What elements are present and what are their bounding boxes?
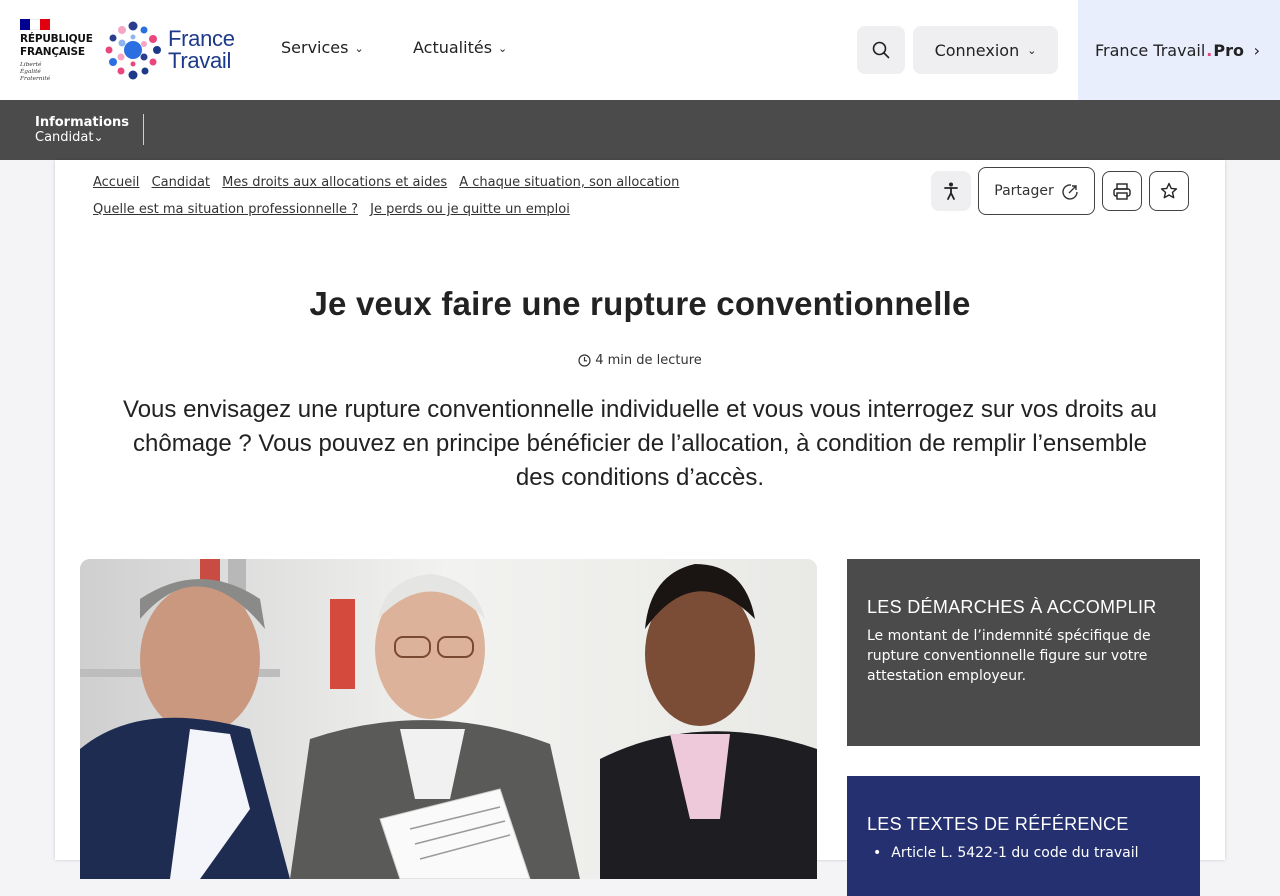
share-button[interactable]: Partager [978,167,1095,215]
section-menu-toggle[interactable]: Informations Candidat⌄ [35,115,129,145]
france-travail-logo-icon [105,21,161,80]
french-flag-icon [20,19,50,30]
search-icon [872,41,890,59]
republique-label: RÉPUBLIQUE FRANÇAISE [20,33,93,58]
article-tools: Partager [931,167,1189,215]
republique-francaise-logo[interactable]: RÉPUBLIQUE FRANÇAISE Liberté Égalité Fra… [20,19,93,83]
search-button[interactable] [857,26,905,74]
breadcrumb-link[interactable]: Candidat [152,175,210,190]
section-line1: Informations [35,115,130,130]
motto: Liberté Égalité Fraternité [20,62,51,82]
print-icon [1113,182,1131,200]
demarches-box: LES DÉMARCHES À ACCOMPLIR Le montant de … [847,559,1200,746]
read-time: 4 min de lecture [55,353,1225,368]
accessibility-button[interactable] [931,171,971,211]
breadcrumb-link[interactable]: Je perds ou je quitte un emploi [370,202,570,217]
breadcrumb-link[interactable]: Accueil [93,175,139,190]
textes-box: LES TEXTES DE RÉFÉRENCE Article L. 5422-… [847,776,1200,896]
chevron-down-icon: ⌄ [1027,43,1037,57]
breadcrumb: Accueil Candidat Mes droits aux allocati… [93,169,693,223]
france-travail-pro-link[interactable]: France Travail. Pro › [1078,0,1280,100]
nav-actualites-label: Actualités [413,38,493,57]
star-icon [1160,182,1178,199]
page-title: Je veux faire une rupture conventionnell… [309,285,971,322]
print-button[interactable] [1102,171,1142,211]
article-lead: Vous envisagez une rupture conventionnel… [123,396,1157,491]
section-bar: Informations Candidat⌄ [0,100,1280,160]
article-illustration [80,559,817,879]
textes-title: LES TEXTES DE RÉFÉRENCE [867,814,1129,834]
login-button[interactable]: Connexion ⌄ [913,26,1058,74]
pro-dot: . [1206,40,1213,60]
pro-label: Pro [1213,40,1244,60]
list-item[interactable]: Article L. 5422-1 du code du travail [889,843,1180,863]
chevron-right-icon: › [1253,40,1260,60]
chevron-down-icon: ⌄ [498,42,508,55]
logo-wordmark: France Travail [168,26,235,73]
chevron-down-icon: ⌄ [93,130,104,144]
nav-services-label: Services [281,38,349,57]
favorite-button[interactable] [1149,171,1189,211]
section-line2: Candidat [35,130,94,145]
breadcrumb-link[interactable]: A chaque situation, son allocation [459,175,679,190]
divider [143,114,144,145]
pro-brand: France Travail [1095,40,1206,60]
breadcrumb-link[interactable]: Mes droits aux allocations et aides [222,175,447,190]
france-travail-logo[interactable]: France Travail [104,20,244,82]
share-label: Partager [994,183,1054,199]
clock-icon [578,354,591,367]
nav-services[interactable]: Services ⌄ [281,38,364,57]
share-icon [1062,183,1078,200]
demarches-text: Le montant de l’indemnité spécifique de … [867,628,1151,684]
chevron-down-icon: ⌄ [354,42,364,55]
breadcrumb-link[interactable]: Quelle est ma situation professionnelle … [93,202,358,217]
read-time-label: 4 min de lecture [595,353,702,368]
nav-actualites[interactable]: Actualités ⌄ [413,38,507,57]
meeting-photo [80,559,817,879]
login-label: Connexion [934,40,1020,60]
demarches-title: LES DÉMARCHES À ACCOMPLIR [867,597,1157,617]
site-header: RÉPUBLIQUE FRANÇAISE Liberté Égalité Fra… [0,0,1280,100]
article-card: Accueil Candidat Mes droits aux allocati… [55,160,1225,896]
accessibility-icon [944,182,958,200]
textes-list: Article L. 5422-1 du code du travail [867,843,1180,863]
